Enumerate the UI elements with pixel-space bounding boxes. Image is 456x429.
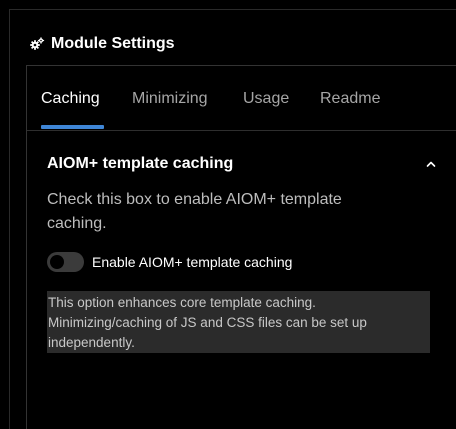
section-description: Check this box to enable AIOM+ template …: [47, 191, 342, 232]
active-tab-indicator: [41, 125, 104, 129]
template-caching-toggle[interactable]: [47, 252, 84, 272]
section-header[interactable]: AIOM+ template caching: [47, 154, 437, 174]
gears-icon: [29, 36, 45, 52]
info-note: This option enhances core template cachi…: [47, 291, 430, 353]
settings-panel: Caching Minimizing Usage Readme AIOM+ te…: [26, 65, 456, 429]
tab-bar: Caching Minimizing Usage Readme: [27, 66, 456, 131]
toggle-knob: [50, 255, 64, 269]
section-title: AIOM+ template caching: [47, 155, 234, 172]
tab-minimizing[interactable]: Minimizing: [132, 66, 208, 131]
tab-caching[interactable]: Caching: [41, 66, 100, 131]
caching-section: [27, 132, 456, 429]
template-caching-toggle-row[interactable]: Enable AIOM+ template caching: [47, 251, 292, 273]
page-title: Module Settings: [29, 33, 175, 55]
tab-usage[interactable]: Usage: [243, 66, 289, 131]
page-title-text: Module Settings: [51, 35, 175, 52]
tab-readme[interactable]: Readme: [320, 66, 380, 131]
chevron-up-icon[interactable]: [425, 158, 437, 170]
toggle-label: Enable AIOM+ template caching: [92, 254, 293, 270]
